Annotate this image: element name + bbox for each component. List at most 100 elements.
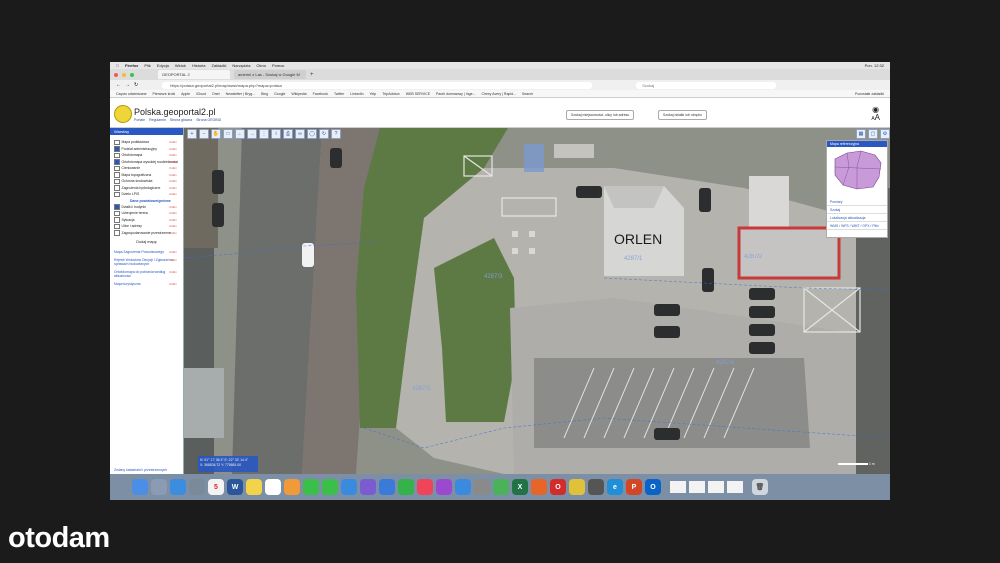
edge-icon[interactable]: e [607,479,623,495]
layer-checkbox[interactable] [114,217,120,223]
menu-item[interactable]: Widok [175,63,186,68]
measure-icon[interactable]: ⋮ [259,129,269,139]
extra-map-link[interactable]: Rejestr Wniosków Decyzji i Zgłoszeń w sp… [110,258,183,266]
bookmark-item[interactable]: Google [274,92,285,96]
bookmark-item[interactable]: TripAdvisor [382,92,400,96]
layer-checkbox[interactable] [114,172,120,178]
bookmark-item[interactable]: LinkedIn [350,92,363,96]
sidebar-footer-link[interactable]: Zmiany katastralni i przestrzennych [114,468,167,472]
safari2-icon[interactable] [588,479,604,495]
powerpoint-icon[interactable]: P [626,479,642,495]
reload-icon[interactable]: ↻ [134,82,138,88]
keynote-icon[interactable] [379,479,395,495]
preview-icon[interactable] [189,479,205,495]
reminders-icon[interactable] [265,479,281,495]
bookmark-item[interactable]: WEB SERVICE [406,92,430,96]
menu-item[interactable]: Edycja [157,63,169,68]
full-extent-icon[interactable]: ◯ [307,129,317,139]
search-address-button[interactable]: Szukaj miejscowości, ulicy lub adresu [566,110,635,120]
minimize-window-icon[interactable] [122,72,126,77]
menu-item[interactable]: Zakładki [212,63,227,68]
wms-link[interactable]: WMS / WFS / WMT / GPX / Pliki [827,222,887,230]
layer-checkbox[interactable] [114,230,120,236]
refresh-icon[interactable]: ↻ [319,129,329,139]
link-icon[interactable]: ∞ [295,129,305,139]
chrome-icon[interactable] [569,479,585,495]
layer-checkbox[interactable] [114,139,120,145]
menu-item[interactable]: Okno [256,63,266,68]
pan-icon[interactable]: ✋ [211,129,221,139]
bookmark-item[interactable]: Chexy Avery | Rapid... [481,92,516,96]
site-link[interactable]: Strona główna [170,118,192,122]
podcasts-icon[interactable] [436,479,452,495]
bookmark-item[interactable]: Facebook [313,92,328,96]
settings-icon[interactable] [474,479,490,495]
maximize-window-icon[interactable] [130,72,134,77]
apple-icon[interactable]:  [116,63,119,68]
layer-item[interactable]: Zagospodarowanie przestrzenne <info> [110,230,183,237]
browser-search-input[interactable]: Szukaj [636,81,777,89]
map-view[interactable]: 4287/1 4287/3 4287/4 4287/2 4287/3 ORLEN [183,128,890,474]
reference-map-thumbnail[interactable] [827,147,885,193]
layout-icon[interactable]: ▦ [856,129,866,139]
layer-checkbox[interactable] [114,165,120,171]
layer-checkbox[interactable] [114,178,120,184]
back-icon[interactable]: ← [116,82,121,88]
tab-geoportal[interactable]: GEOPORTAL 2 [158,70,230,79]
siri-icon[interactable] [360,479,376,495]
previous-view-icon[interactable]: ← [235,129,245,139]
opera-icon[interactable]: O [550,479,566,495]
outlook-icon[interactable]: O [645,479,661,495]
layer-checkbox[interactable] [114,185,120,191]
menu-item[interactable]: Narzędzia [232,63,250,68]
messages-icon[interactable] [322,479,338,495]
menu-item[interactable]: Pomoc [272,63,284,68]
panel-toggle-icon[interactable]: ▢ [868,129,878,139]
extra-map-link[interactable]: Ortofotomapa do pobrania według aktualno… [110,270,183,278]
mail-icon[interactable] [341,479,357,495]
layer-checkbox[interactable] [114,204,120,210]
extra-map-link[interactable]: Mapa turystyczna <info> [110,282,183,286]
layer-checkbox[interactable] [114,146,120,152]
finder-icon[interactable] [132,479,148,495]
bookmark-item[interactable]: Często odwiedzane [116,92,147,96]
bookmark-item[interactable]: iCloud [196,92,206,96]
safari-icon[interactable] [170,479,186,495]
notes-icon[interactable] [246,479,262,495]
bookmark-item[interactable]: Bing [261,92,268,96]
bookmark-item[interactable]: Onet [212,92,220,96]
search-link[interactable]: Szukaj [827,206,887,214]
bookmark-item[interactable]: Yelp [370,92,377,96]
settings-icon[interactable]: ⚙ [880,129,890,139]
measure-link[interactable]: Pomiary [827,198,887,206]
zoom-in-icon[interactable]: + [187,129,197,139]
aerial-map[interactable]: 4287/1 4287/3 4287/4 4287/2 4287/3 ORLEN [183,128,890,474]
search-parcel-button[interactable]: Szukaj działki lub obrębu [658,110,707,120]
bookmark-item[interactable]: Newsletter | Bryg... [226,92,256,96]
facetime-icon[interactable] [303,479,319,495]
site-link[interactable]: Strona GEOBID [196,118,221,122]
numbers-icon[interactable] [398,479,414,495]
layer-checkbox[interactable] [114,210,120,216]
new-tab-icon[interactable]: + [310,72,314,78]
trash-icon[interactable]: 🗑 [752,479,768,495]
layer-checkbox[interactable] [114,191,120,197]
bookmark-item[interactable]: Pierwsze kroki [153,92,176,96]
site-title[interactable]: Polska.geoportal2.pl [134,107,216,117]
maps-icon[interactable] [493,479,509,495]
other-bookmarks[interactable]: Pozostałe zakładki [855,92,884,96]
dock-recent-windows[interactable] [670,481,743,493]
bookmark-item[interactable]: Panel dumnaowy | Inge... [436,92,475,96]
address-field[interactable]: https://polska.geoportal2.pl/map/www/map… [162,81,593,89]
geoportal-logo[interactable] [114,105,132,123]
layer-checkbox[interactable] [114,223,120,229]
excel-icon[interactable]: X [512,479,528,495]
layer-checkbox[interactable] [114,152,120,158]
print-icon[interactable]: ⎙ [283,129,293,139]
menu-item[interactable]: Historia [192,63,206,68]
location-link[interactable]: Lokalizacja aktualizacja [827,214,887,222]
zoom-out-icon[interactable]: − [199,129,209,139]
bookmark-item[interactable]: Twitter [334,92,344,96]
info-icon[interactable]: i [271,129,281,139]
calendar-icon[interactable]: 5 [208,479,224,495]
